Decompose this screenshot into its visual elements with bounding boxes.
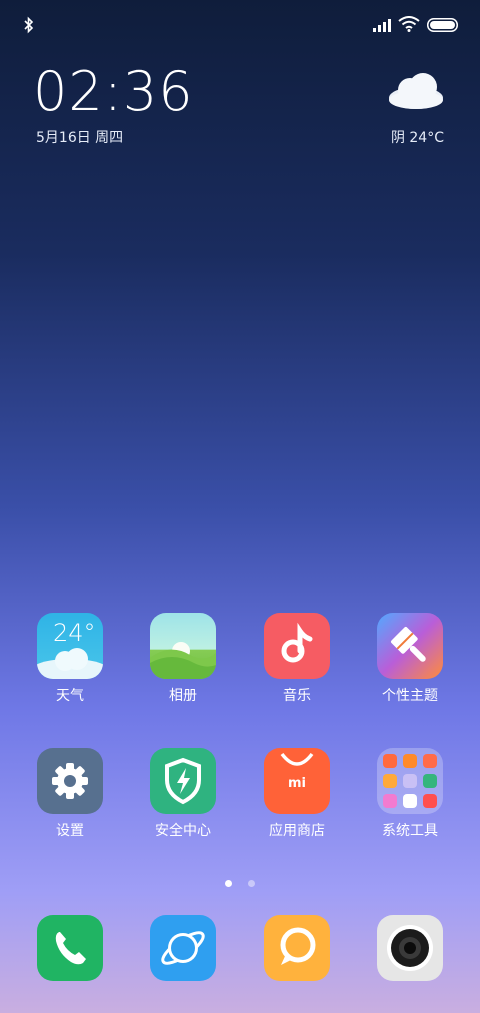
weather-tile-cloud-icon (37, 648, 103, 679)
folder-app-icon (423, 754, 437, 768)
app-store[interactable]: mi 应用商店 (242, 748, 352, 840)
app-settings[interactable]: 设置 (15, 748, 125, 840)
folder-app-icon (403, 774, 417, 788)
dock-messages[interactable] (242, 915, 352, 981)
weather-app-icon: 24° (37, 613, 103, 679)
folder-app-icon (403, 754, 417, 768)
app-weather[interactable]: 24° 天气 (15, 613, 125, 705)
weather-tile-temp: 24° (53, 619, 96, 647)
themes-app-icon (377, 613, 443, 679)
weather-summary: 阴 24°C (390, 130, 444, 146)
app-music[interactable]: 音乐 (242, 613, 352, 705)
folder-app-icon (423, 794, 437, 808)
dock-phone[interactable] (15, 915, 125, 981)
store-tile-logo: mi (287, 776, 306, 791)
app-gallery[interactable]: 相册 (128, 613, 238, 705)
app-label: 安全中心 (155, 823, 211, 839)
folder-app-icon (383, 754, 397, 768)
page-dot-active (225, 880, 233, 887)
app-label: 相册 (169, 688, 197, 704)
page-dot (247, 880, 255, 887)
cloud-icon[interactable] (386, 70, 446, 110)
app-label: 个性主题 (382, 688, 438, 704)
app-security[interactable]: 安全中心 (128, 748, 238, 840)
messages-icon (264, 915, 330, 981)
system-tools-folder-icon (377, 748, 443, 814)
app-label: 天气 (56, 688, 84, 704)
battery-icon (427, 18, 458, 32)
dock-browser[interactable] (128, 915, 238, 981)
app-label: 系统工具 (382, 823, 438, 839)
app-label: 应用商店 (269, 823, 325, 839)
folder-app-icon (403, 794, 417, 808)
phone-icon (37, 915, 103, 981)
clock-time[interactable]: 02:36 (33, 60, 194, 123)
settings-app-icon (37, 748, 103, 814)
camera-icon (377, 915, 443, 981)
browser-icon (150, 915, 216, 981)
security-app-icon (150, 748, 216, 814)
app-themes[interactable]: 个性主题 (355, 613, 465, 705)
app-label: 音乐 (283, 688, 311, 704)
music-app-icon (264, 613, 330, 679)
status-bar (0, 0, 480, 50)
folder-system-tools[interactable]: 系统工具 (355, 748, 465, 840)
clock-date: 5月16日 周四 (36, 130, 124, 146)
folder-app-icon (383, 794, 397, 808)
gallery-app-icon (150, 613, 216, 679)
page-indicator[interactable] (0, 872, 480, 891)
app-label: 设置 (56, 823, 84, 839)
wifi-icon (398, 16, 420, 32)
folder-app-icon (423, 774, 437, 788)
folder-app-icon (383, 774, 397, 788)
bluetooth-icon (24, 16, 34, 34)
dock-camera[interactable] (355, 915, 465, 981)
app-store-icon: mi (264, 748, 330, 814)
signal-icon (373, 19, 391, 32)
